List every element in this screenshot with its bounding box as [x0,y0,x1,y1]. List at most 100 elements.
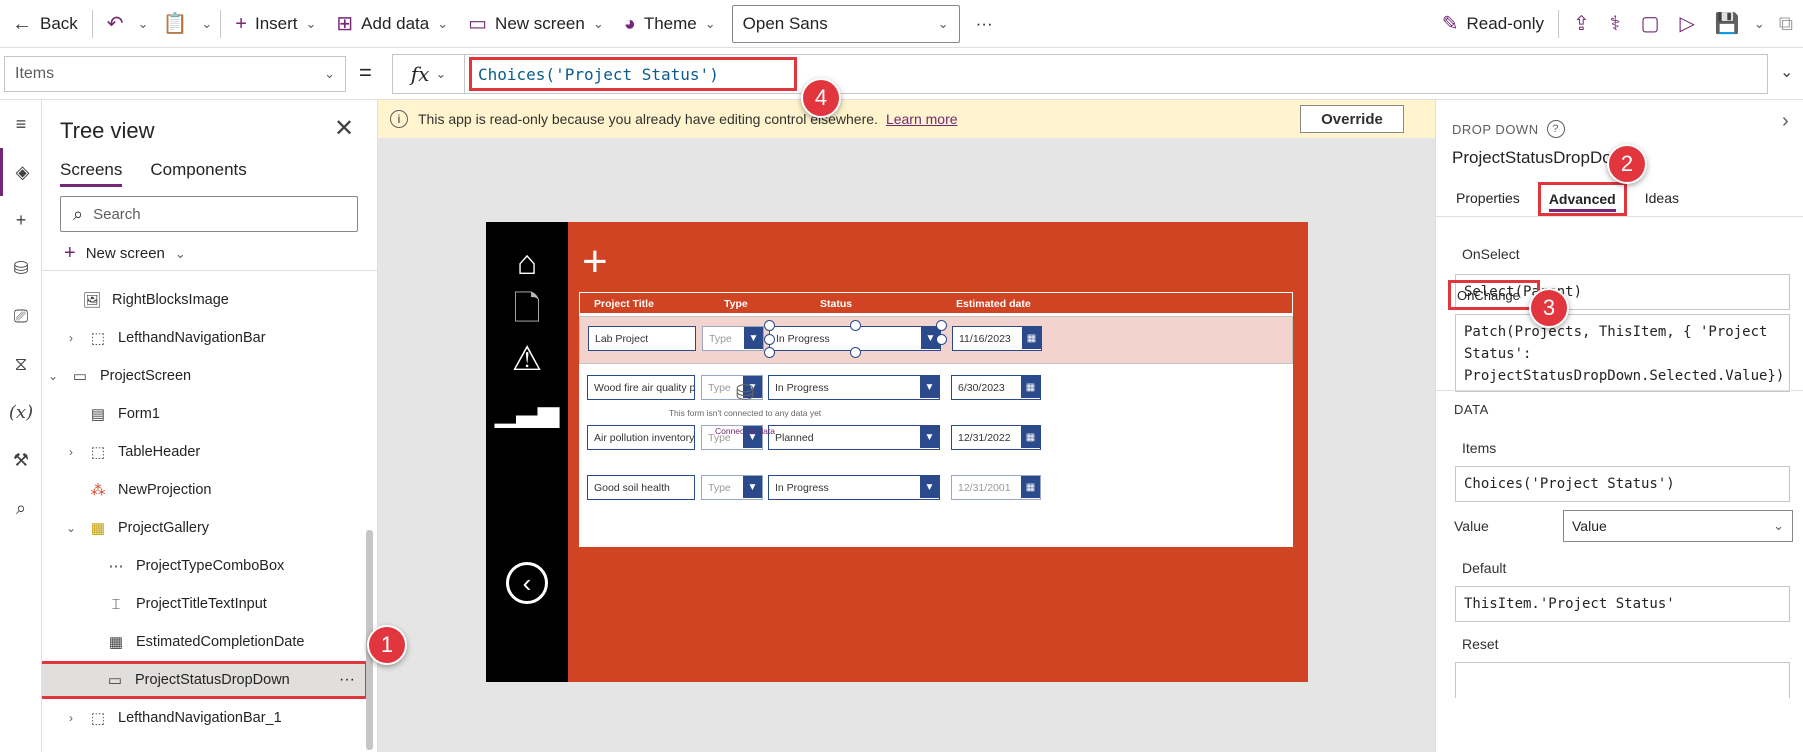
chevron-right-icon[interactable]: › [64,331,78,345]
read-only-button[interactable]: ✎ Read-only [1432,0,1554,48]
media-icon[interactable]: ⎚ [0,292,42,340]
tree-node[interactable]: ⌄ ▦ ProjectGallery [64,509,209,547]
formula-box[interactable]: fx ⌄ Choices('Project Status') [392,54,1768,94]
tree-node[interactable]: ⌄ ▭ ProjectScreen [46,357,191,395]
variables-icon[interactable]: (x) [0,388,42,436]
tree-node[interactable]: › ⬚ LefthandNavigationBar [64,319,266,357]
new-screen-link[interactable]: + New screen ⌄ [64,242,186,265]
chevron-down-icon[interactable]: ⌄ [64,521,78,535]
selection-handle[interactable] [764,334,775,345]
tree-node[interactable]: ⁂ NewProjection [88,471,212,509]
property-select[interactable]: Items ⌄ [4,56,346,92]
gallery-row[interactable]: Lab Project Type ▼ In Progress ▼ 11/16/202… [579,316,1293,364]
new-screen-button[interactable]: ▭ New screen ⌄ [458,0,614,48]
formula-input[interactable]: Choices('Project Status') [469,57,797,91]
value-select[interactable]: Value ⌄ [1563,510,1793,542]
paste-button[interactable]: 📋 [152,0,197,48]
insert-icon[interactable]: + [0,196,42,244]
tree-node[interactable]: ▤ Form1 [88,395,160,433]
selection-handle[interactable] [936,334,947,345]
estimated-date-picker[interactable]: 12/31/2001 ▦ [951,475,1041,500]
project-gallery: Project Title Type Status Estimated date… [579,292,1293,547]
power-automate-icon[interactable]: ⧖ [0,340,42,388]
selection-handle[interactable] [850,347,861,358]
back-button[interactable]: ← Back [0,0,88,48]
override-button[interactable]: Override [1300,105,1404,133]
tree-node[interactable]: › ⬚ LefthandNavigationBar_1 [64,699,282,737]
preview-button[interactable]: ▷ [1670,0,1705,48]
connect-data-link[interactable]: Connect to data [655,426,835,436]
add-document-icon[interactable]: 🗋 [504,290,550,336]
project-title-input[interactable]: Good soil health [587,475,695,500]
tab-ideas[interactable]: Ideas [1639,186,1685,216]
back-arrow-icon: ← [12,12,32,35]
chevron-right-icon[interactable]: › [64,711,78,725]
selection-handle[interactable] [850,320,861,331]
search-icon[interactable]: ⌕ [0,484,42,532]
estimated-date-picker[interactable]: 11/16/2023 ▦ [952,326,1042,351]
undo-button[interactable]: ↶ [97,0,134,48]
save-button[interactable]: 💾 [1705,0,1750,48]
tab-properties[interactable]: Properties [1450,186,1526,216]
gallery-row[interactable]: Good soil health Type ▼ In Progress ▼ 12/3… [579,465,1293,513]
comments-button[interactable]: ▢ [1631,0,1670,48]
share-button[interactable]: ⇪ [1563,0,1600,48]
divider [1436,216,1803,217]
add-data-button[interactable]: ⊞ Add data ⌄ [326,0,458,48]
font-select[interactable]: Open Sans ⌄ [731,4,960,43]
chevron-right-icon[interactable]: › [64,445,78,459]
new-screen-label: New screen [85,245,165,262]
header-type: Type [724,298,748,310]
tree-search-input[interactable]: ⌕ Search [60,196,358,232]
project-type-combobox[interactable]: Type ▼ [701,475,763,500]
app-checker-button[interactable]: ⚕ [1600,0,1631,48]
fx-button[interactable]: fx ⌄ [393,55,465,93]
home-icon[interactable]: ⌂ [504,240,550,286]
tab-components[interactable]: Components [150,160,246,187]
publish-button[interactable]: ⧉ [1769,0,1803,48]
chevron-down-icon[interactable]: ⌄ [46,369,60,383]
insert-button[interactable]: + Insert ⌄ [225,0,326,48]
undo-menu-button[interactable]: ⌄ [134,0,153,48]
learn-more-link[interactable]: Learn more [886,111,958,127]
tab-screens[interactable]: Screens [60,160,123,187]
theme-button[interactable]: ◕ Theme ⌄ [614,0,726,48]
close-icon[interactable]: ✕ [334,114,354,143]
save-menu-button[interactable]: ⌄ [1750,0,1769,48]
selection-handle[interactable] [764,347,775,358]
estimated-date-picker[interactable]: 12/31/2022 ▦ [951,425,1041,450]
selection-handle[interactable] [764,320,775,331]
back-circle-icon[interactable]: ‹ [506,562,548,604]
project-title-input[interactable]: Lab Project [588,326,696,351]
add-project-icon[interactable]: + [582,240,608,284]
chevron-right-icon[interactable]: › [1782,110,1789,133]
divider [220,9,222,38]
paste-menu-button[interactable]: ⌄ [197,0,216,48]
menu-icon[interactable]: ≡ [0,100,42,148]
expand-formula-icon[interactable]: ⌄ [1780,62,1793,82]
more-button[interactable]: ··· [960,0,1009,48]
tree-node[interactable]: › ⬚ TableHeader [64,433,200,471]
onchange-input[interactable]: Patch(Projects, ThisItem, { 'Project Sta… [1455,314,1790,392]
warning-icon[interactable]: ⚠ [504,336,550,382]
items-input[interactable]: Choices('Project Status') [1455,466,1790,502]
data-icon[interactable]: ⛁ [0,244,42,292]
tree-node-selected[interactable]: ▭ ProjectStatusDropDown ··· [42,661,368,699]
tree-node[interactable]: ⋯ ProjectTypeComboBox [106,547,285,585]
selection-handle[interactable] [936,320,947,331]
reset-input[interactable] [1455,662,1790,698]
help-icon[interactable]: ? [1546,120,1565,138]
calendar-icon: ▦ [1021,376,1040,398]
more-options-button[interactable]: ··· [339,671,355,689]
project-status-dropdown[interactable]: In Progress ▼ [768,475,940,500]
tools-icon[interactable]: ⚒ [0,436,42,484]
tree-node[interactable]: ▦ EstimatedCompletionDate [106,623,305,661]
tab-advanced[interactable]: Advanced [1537,182,1627,216]
project-type-combobox[interactable]: Type ▼ [702,326,764,351]
chart-icon[interactable]: ▁▃▅ [495,388,560,434]
layers-icon[interactable]: ◈ [0,148,42,196]
tree-node[interactable]: ⌶ ProjectTitleTextInput [106,585,266,623]
default-input[interactable]: ThisItem.'Project Status' [1455,586,1790,622]
tree-node[interactable]: 🖼 RightBlocksImage [82,281,228,319]
estimated-date-picker[interactable]: 6/30/2023 ▦ [951,375,1041,400]
